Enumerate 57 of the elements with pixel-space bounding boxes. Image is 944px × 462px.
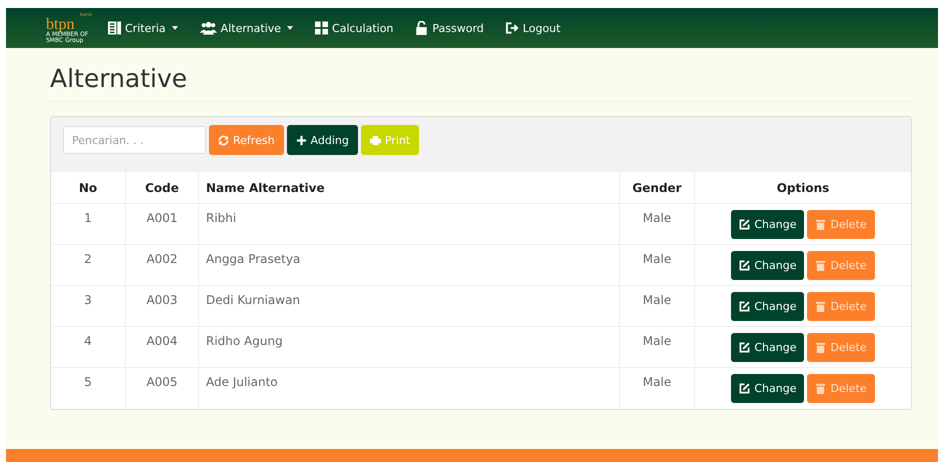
plus-icon — [296, 134, 307, 146]
lock-icon — [415, 21, 428, 35]
nav-item[interactable]: Criteria — [108, 21, 178, 35]
edit-icon — [739, 301, 750, 312]
table-cell: Angga Prasetya — [198, 244, 620, 286]
table-cell: Male — [620, 368, 694, 408]
table-cell: A005 — [126, 368, 198, 408]
column-header: Options — [694, 172, 911, 204]
table-cell: Ridho Agung — [198, 326, 620, 368]
table-cell: 3 — [51, 286, 126, 326]
trash-icon — [815, 342, 826, 353]
printer-icon — [370, 134, 381, 146]
trash-icon — [815, 301, 826, 312]
table-cell: A003 — [126, 286, 198, 326]
column-header: No — [51, 172, 126, 204]
table-cell: 5 — [51, 368, 126, 408]
change-button[interactable]: Change — [731, 374, 804, 403]
nav-item[interactable]: Calculation — [315, 21, 394, 35]
nav-item[interactable]: Alternative — [200, 21, 294, 35]
change-button[interactable]: Change — [731, 251, 804, 280]
trash-icon — [815, 383, 826, 394]
refresh-icon — [218, 134, 229, 146]
table-cell: Dedi Kurniawan — [198, 286, 620, 326]
edit-icon — [739, 219, 750, 230]
table-cell: Male — [620, 244, 694, 286]
table-cell: Male — [620, 286, 694, 326]
trash-icon — [815, 260, 826, 271]
nav-item[interactable]: Logout — [506, 21, 560, 35]
column-header: Gender — [620, 172, 694, 204]
logo-text[interactable]: btpn — [46, 17, 74, 33]
table-cell: Male — [620, 204, 694, 244]
search-field[interactable]: Pencarian. . . — [63, 126, 206, 154]
table-cell: Male — [620, 326, 694, 368]
users-icon — [200, 21, 217, 35]
table-cell: 1 — [51, 204, 126, 244]
logout-icon — [506, 21, 519, 35]
table-cell: A002 — [126, 244, 198, 286]
table-cell: Ade Julianto — [198, 368, 620, 408]
table-cell: 4 — [51, 326, 126, 368]
table-cell: A004 — [126, 326, 198, 368]
change-button[interactable]: Change — [731, 333, 804, 362]
edit-icon — [739, 342, 750, 353]
list-icon — [108, 21, 121, 35]
table-cell: A001 — [126, 204, 198, 244]
table-cell: 2 — [51, 244, 126, 286]
column-header: Code — [126, 172, 198, 204]
column-header: Name Alternative — [198, 172, 620, 204]
change-button[interactable]: Change — [731, 210, 804, 239]
table-cell: Ribhi — [198, 204, 620, 244]
edit-icon — [739, 383, 750, 394]
nav-item[interactable]: Password — [415, 21, 484, 35]
trash-icon — [815, 219, 826, 230]
edit-icon — [739, 260, 750, 271]
page-title: Alternative — [50, 64, 912, 102]
calculator-icon — [315, 21, 328, 35]
change-button[interactable]: Change — [731, 292, 804, 321]
toolbar-button[interactable]: Adding — [286, 125, 358, 155]
